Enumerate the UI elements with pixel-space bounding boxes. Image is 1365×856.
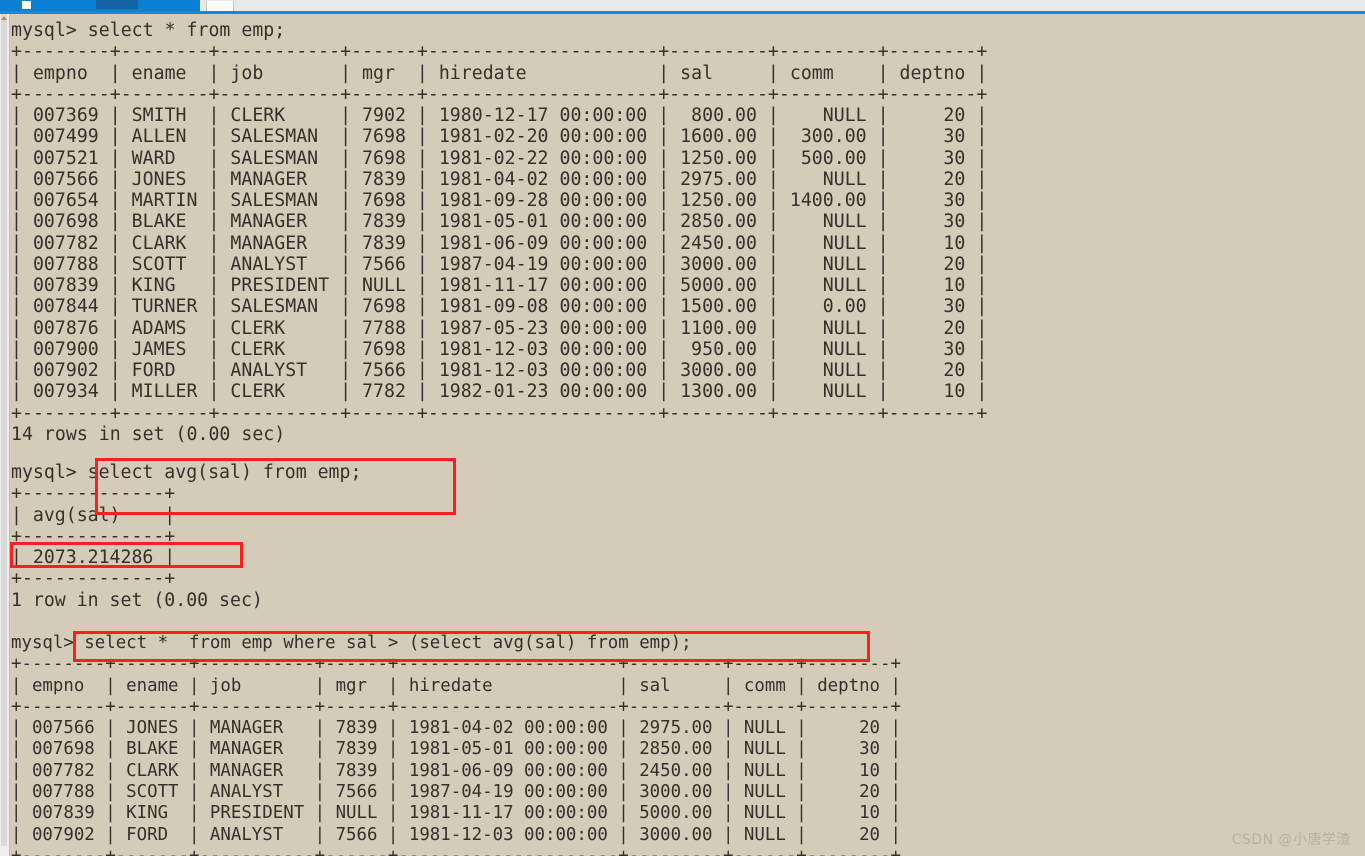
taskbar-tab-title xyxy=(96,0,138,9)
taskbar-strip xyxy=(0,0,1365,14)
csdn-watermark: CSDN @小唐学渣 xyxy=(1231,832,1351,848)
screenshot-root: mysql> select * from emp; +--------+----… xyxy=(0,0,1365,856)
console-output-avg-salary: mysql> select avg(sal) from emp; +------… xyxy=(11,462,362,611)
scrollbar-thumb[interactable] xyxy=(1,14,7,846)
taskbar-active-tab[interactable] xyxy=(0,0,200,11)
console-output-above-average: mysql> select * from emp where sal > (se… xyxy=(11,633,901,856)
terminal-icon xyxy=(22,1,31,9)
console-output-select-all: mysql> select * from emp; +--------+----… xyxy=(11,20,988,445)
terminal-window: mysql> select * from emp; +--------+----… xyxy=(0,14,1365,856)
scroll-up-arrow-icon[interactable] xyxy=(1,16,7,20)
vertical-scrollbar[interactable] xyxy=(0,14,10,856)
